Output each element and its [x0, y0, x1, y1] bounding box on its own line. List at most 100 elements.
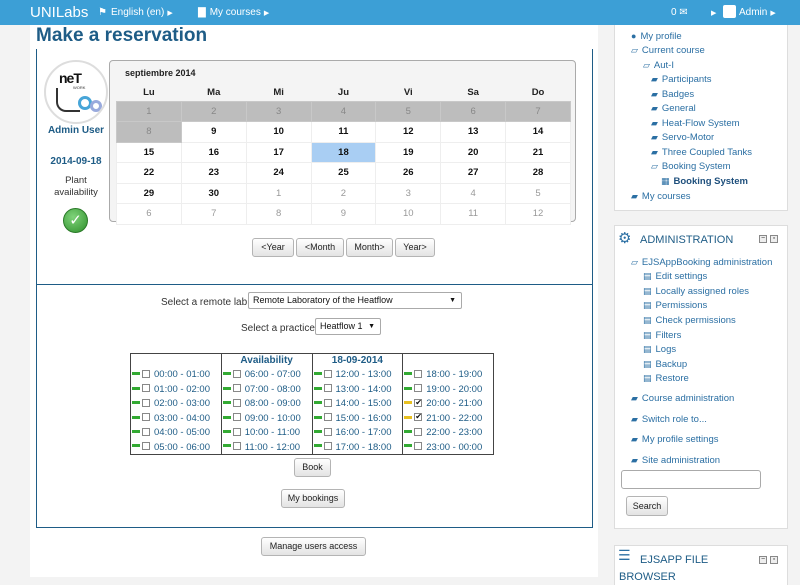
admin-nav-item[interactable]: ▰ My profile settings — [631, 434, 718, 445]
calendar-day-selected[interactable]: 18 — [310, 141, 377, 163]
minimize-icon[interactable]: − — [759, 235, 767, 243]
remote-lab-select[interactable]: Remote Laboratory of the Heatflow ▼ — [248, 292, 462, 309]
calendar-day[interactable]: 1 — [245, 182, 312, 204]
calendar-day[interactable]: 6 — [116, 203, 182, 225]
calendar-day[interactable]: 9 — [180, 121, 247, 143]
calendar-day[interactable]: 8 — [245, 203, 312, 225]
slot-checkbox[interactable] — [323, 398, 332, 407]
slot-checkbox[interactable] — [323, 441, 332, 450]
admin-search-button[interactable]: Search — [626, 496, 668, 516]
admin-search-input[interactable] — [621, 470, 761, 489]
calendar-day[interactable]: 27 — [440, 162, 507, 184]
slot-checkbox[interactable] — [414, 384, 423, 393]
site-brand[interactable]: UNILabs — [30, 0, 88, 25]
admin-nav-item[interactable]: ▤ Check permissions — [643, 315, 736, 326]
admin-nav-item[interactable]: ▤ Backup — [643, 359, 687, 370]
slot-checkbox[interactable] — [232, 398, 241, 407]
calendar-day[interactable]: 12 — [375, 121, 442, 143]
sidebar-nav-item[interactable]: ▰ Servo-Motor — [651, 132, 714, 143]
admin-nav-item[interactable]: ▱ EJSAppBooking administration — [631, 257, 772, 268]
calendar-day[interactable]: 2 — [310, 182, 377, 204]
slot-checkbox[interactable] — [142, 427, 150, 436]
admin-nav-item[interactable]: ▤ Filters — [643, 330, 681, 341]
calendar-day[interactable]: 25 — [310, 162, 377, 184]
calendar-day[interactable]: 23 — [180, 162, 247, 184]
calendar-day[interactable]: 22 — [116, 162, 182, 184]
calendar-day[interactable]: 16 — [180, 141, 247, 163]
slot-checkbox[interactable]: ✔ — [414, 413, 423, 422]
minimize-icon[interactable]: − — [759, 556, 767, 564]
calendar-day[interactable]: 20 — [440, 141, 507, 163]
admin-nav-item[interactable]: ▤ Locally assigned roles — [643, 286, 749, 297]
sidebar-nav-item[interactable]: ▱ Current course — [631, 45, 705, 56]
calendar-day[interactable]: 19 — [375, 141, 442, 163]
calendar-day[interactable]: 26 — [375, 162, 442, 184]
messages-menu[interactable]: 0 ✉ — [671, 0, 688, 25]
sidebar-nav-item[interactable]: ▰ Three Coupled Tanks — [651, 147, 752, 158]
sidebar-nav-item[interactable]: ▦ Booking System — [661, 176, 748, 187]
calendar-day[interactable]: 12 — [505, 203, 571, 225]
calendar-day[interactable]: 13 — [440, 121, 507, 143]
sidebar-nav-item[interactable]: ▱ Booking System — [651, 161, 731, 172]
sidebar-nav-item[interactable]: ▰ Badges — [651, 89, 694, 100]
dock-icon[interactable]: ▫ — [770, 235, 778, 243]
practice-select[interactable]: Heatflow 1 ▼ — [315, 318, 381, 335]
calendar-day[interactable]: 7 — [180, 203, 247, 225]
slot-checkbox[interactable] — [232, 441, 241, 450]
sidebar-nav-item[interactable]: ● My profile — [631, 31, 682, 42]
slot-checkbox[interactable] — [142, 369, 150, 378]
prev-year-button[interactable]: <Year — [252, 238, 294, 257]
next-year-button[interactable]: Year> — [395, 238, 435, 257]
sidebar-nav-item[interactable]: ▰ Participants — [651, 74, 712, 85]
book-button[interactable]: Book — [294, 458, 331, 477]
calendar-day[interactable]: 10 — [375, 203, 442, 225]
admin-nav-item[interactable]: ▤ Logs — [643, 344, 676, 355]
sidebar-nav-item[interactable]: ▰ General — [651, 103, 696, 114]
slot-checkbox[interactable] — [232, 369, 241, 378]
calendar-day[interactable]: 10 — [245, 121, 312, 143]
slot-checkbox[interactable] — [142, 413, 150, 422]
sidebar-nav-item[interactable]: ▰ Heat-Flow System — [651, 118, 740, 129]
slot-checkbox[interactable] — [323, 413, 332, 422]
slot-checkbox[interactable] — [414, 369, 423, 378]
dock-icon[interactable]: ▫ — [770, 556, 778, 564]
my-courses-menu[interactable]: ▇ My courses ▶ — [198, 0, 269, 25]
slot-checkbox[interactable] — [232, 384, 241, 393]
slot-checkbox[interactable] — [414, 441, 423, 450]
calendar-day[interactable]: 9 — [310, 203, 377, 225]
calendar-day[interactable]: 28 — [505, 162, 571, 184]
slot-checkbox[interactable] — [323, 369, 332, 378]
calendar-day[interactable]: 15 — [116, 141, 182, 163]
my-bookings-button[interactable]: My bookings — [281, 489, 345, 508]
slot-checkbox[interactable] — [414, 427, 423, 436]
sidebar-nav-item[interactable]: ▰ My courses — [631, 191, 691, 202]
admin-nav-item[interactable]: ▤ Permissions — [643, 300, 707, 311]
calendar-day[interactable]: 5 — [505, 182, 571, 204]
admin-nav-item[interactable]: ▤ Restore — [643, 373, 689, 384]
slot-checkbox[interactable] — [142, 441, 150, 450]
sidebar-nav-item[interactable]: ▱ Aut-I — [643, 60, 674, 71]
slot-checkbox[interactable] — [232, 427, 241, 436]
calendar-day[interactable]: 14 — [505, 121, 571, 143]
slot-checkbox[interactable] — [142, 384, 150, 393]
language-menu[interactable]: ⚑ English (en) ▶ — [98, 0, 173, 25]
user-name[interactable]: Admin User — [34, 125, 118, 136]
calendar-day[interactable]: 29 — [116, 182, 182, 204]
calendar-day[interactable]: 21 — [505, 141, 571, 163]
calendar-day[interactable]: 24 — [245, 162, 312, 184]
calendar-day[interactable]: 4 — [440, 182, 507, 204]
user-menu[interactable]: Admin ▶ — [723, 0, 776, 25]
admin-nav-item[interactable]: ▰ Site administration — [631, 455, 720, 466]
admin-nav-item[interactable]: ▰ Course administration — [631, 393, 734, 404]
calendar-day[interactable]: 11 — [310, 121, 377, 143]
prev-month-button[interactable]: <Month — [296, 238, 344, 257]
slot-checkbox[interactable] — [323, 384, 332, 393]
admin-nav-item[interactable]: ▤ Edit settings — [643, 271, 707, 282]
calendar-day[interactable]: 11 — [440, 203, 507, 225]
admin-nav-item[interactable]: ▰ Switch role to... — [631, 414, 707, 425]
slot-checkbox[interactable]: ✔ — [414, 398, 423, 407]
next-month-button[interactable]: Month> — [346, 238, 393, 257]
slot-checkbox[interactable] — [232, 413, 241, 422]
calendar-day[interactable]: 30 — [180, 182, 247, 204]
manage-users-button[interactable]: Manage users access — [261, 537, 366, 556]
